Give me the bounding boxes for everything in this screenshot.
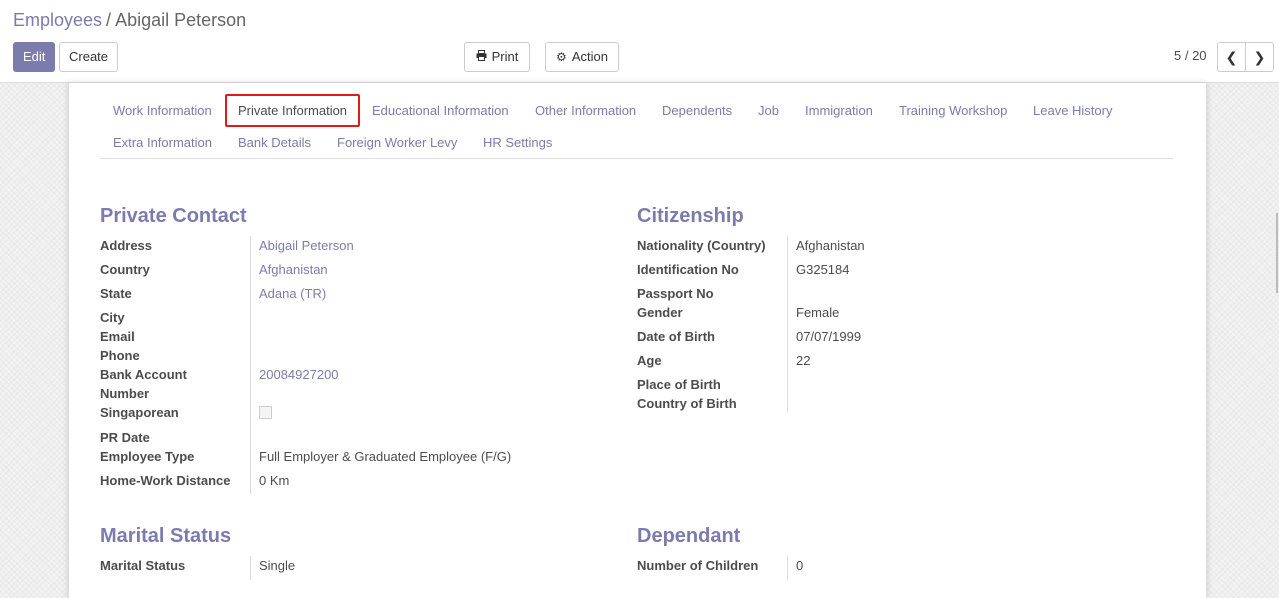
place-of-birth-label: Place of Birth [637, 377, 721, 392]
employee-type-label: Employee Type [100, 449, 195, 464]
tab-job[interactable]: Job [758, 103, 779, 119]
tab-private-information[interactable]: Private Information [225, 94, 360, 127]
tab-work-information[interactable]: Work Information [113, 103, 212, 119]
scrollbar[interactable] [1276, 213, 1278, 293]
tab-dependents[interactable]: Dependents [662, 103, 732, 119]
tab-hr-settings[interactable]: HR Settings [483, 135, 552, 151]
private-contact-title: Private Contact [100, 205, 247, 227]
address-value[interactable]: Abigail Peterson [259, 236, 354, 255]
singaporean-label: Singaporean [100, 405, 179, 420]
state-label: State [100, 286, 132, 301]
print-label: Print [491, 49, 519, 64]
pager-next-button[interactable]: ❯ [1245, 42, 1274, 72]
address-label: Address [100, 238, 153, 253]
private-contact-divider [250, 236, 251, 494]
tab-leave-history[interactable]: Leave History [1033, 103, 1112, 119]
chevron-right-icon: ❯ [1253, 49, 1266, 65]
distance-number: 0 [259, 473, 267, 488]
date-of-birth-value: 07/07/1999 [796, 329, 862, 344]
pr-date-label: PR Date [100, 430, 150, 445]
identification-no-label: Identification No [637, 262, 739, 277]
city-label: City [100, 310, 125, 325]
breadcrumb-separator: / [106, 10, 112, 30]
number-of-children-label: Number of Children [637, 558, 759, 573]
action-button[interactable]: ⚙ Action [545, 42, 619, 72]
bank-account-label: Bank Account [100, 367, 187, 382]
tab-educational-information[interactable]: Educational Information [372, 103, 509, 119]
identification-no-value: G325184 [796, 262, 850, 277]
tab-other-information[interactable]: Other Information [535, 103, 636, 119]
tab-immigration[interactable]: Immigration [805, 103, 873, 119]
marital-status-divider [250, 556, 251, 580]
gender-value: Female [796, 305, 840, 320]
state-value[interactable]: Adana (TR) [259, 284, 326, 303]
marital-status-title: Marital Status [100, 525, 232, 547]
phone-label: Phone [100, 348, 140, 363]
create-button[interactable]: Create [59, 42, 118, 72]
date-of-birth-label: Date of Birth [637, 329, 715, 344]
pager-previous-button[interactable]: ❮ [1217, 42, 1246, 72]
citizenship-divider [787, 236, 788, 412]
edit-button[interactable]: Edit [13, 42, 55, 72]
gear-icon: ⚙ [556, 50, 567, 64]
bank-account-value[interactable]: 20084927200 [259, 365, 339, 384]
country-label: Country [100, 262, 150, 277]
tab-training-workshop[interactable]: Training Workshop [899, 103, 1007, 119]
home-work-distance-value: 0 Km [259, 471, 289, 490]
citizenship-title: Citizenship [637, 205, 744, 227]
bank-account-label-line2: Number [100, 386, 150, 401]
country-value[interactable]: Afghanistan [259, 260, 328, 279]
breadcrumb-employees-link[interactable]: Employees [13, 10, 102, 30]
dependant-title: Dependant [637, 525, 741, 547]
employee-type-value: Full Employer & Graduated Employee (F/G) [259, 449, 512, 464]
marital-status-value: Single [259, 558, 296, 573]
home-work-distance-label: Home-Work Distance [100, 473, 231, 488]
tab-extra-information[interactable]: Extra Information [113, 135, 212, 151]
breadcrumb-current: Abigail Peterson [115, 10, 247, 30]
print-icon [476, 43, 487, 71]
tab-bank-details[interactable]: Bank Details [238, 135, 311, 151]
pager-value[interactable]: 5 / 20 [1174, 48, 1207, 63]
age-label: Age [637, 353, 662, 368]
gender-label: Gender [637, 305, 683, 320]
age-value: 22 [796, 353, 811, 368]
nationality-label: Nationality (Country) [637, 238, 766, 253]
singaporean-checkbox[interactable] [259, 406, 272, 419]
chevron-left-icon: ❮ [1225, 49, 1238, 65]
passport-no-label: Passport No [637, 286, 714, 301]
country-of-birth-label: Country of Birth [637, 396, 737, 411]
control-panel: Employees / Abigail Peterson Edit Create P… [0, 0, 1279, 83]
distance-unit: Km [269, 473, 290, 488]
action-label: Action [571, 49, 608, 64]
marital-status-label: Marital Status [100, 558, 186, 573]
print-button[interactable]: Print [464, 42, 530, 72]
breadcrumb: Employees / Abigail Peterson [13, 9, 246, 31]
dependant-divider [787, 556, 788, 580]
email-label: Email [100, 329, 135, 344]
nationality-value: Afghanistan [796, 238, 865, 253]
number-of-children-value: 0 [796, 558, 804, 573]
tabs-divider [100, 158, 1173, 159]
tab-foreign-worker-levy[interactable]: Foreign Worker Levy [337, 135, 457, 151]
